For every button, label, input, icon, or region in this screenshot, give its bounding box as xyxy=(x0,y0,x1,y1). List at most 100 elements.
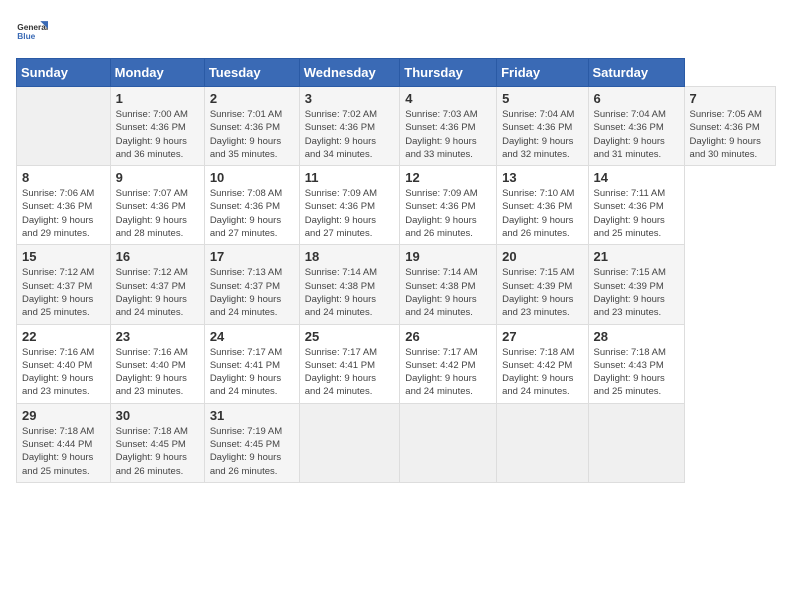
day-number: 16 xyxy=(116,249,199,264)
day-number: 28 xyxy=(594,329,679,344)
day-info: Sunrise: 7:18 AMSunset: 4:45 PMDaylight:… xyxy=(116,425,199,478)
calendar-cell: 13 Sunrise: 7:10 AMSunset: 4:36 PMDaylig… xyxy=(497,166,588,245)
day-number: 15 xyxy=(22,249,105,264)
day-number: 17 xyxy=(210,249,294,264)
day-info: Sunrise: 7:04 AMSunset: 4:36 PMDaylight:… xyxy=(594,108,679,161)
calendar-cell: 4 Sunrise: 7:03 AMSunset: 4:36 PMDayligh… xyxy=(400,87,497,166)
day-number: 7 xyxy=(690,91,770,106)
day-info: Sunrise: 7:07 AMSunset: 4:36 PMDaylight:… xyxy=(116,187,199,240)
day-number: 10 xyxy=(210,170,294,185)
day-info: Sunrise: 7:17 AMSunset: 4:41 PMDaylight:… xyxy=(210,346,294,399)
day-number: 20 xyxy=(502,249,582,264)
calendar-cell xyxy=(588,403,684,482)
day-number: 19 xyxy=(405,249,491,264)
week-row-0: 1 Sunrise: 7:00 AMSunset: 4:36 PMDayligh… xyxy=(17,87,776,166)
calendar-cell: 8 Sunrise: 7:06 AMSunset: 4:36 PMDayligh… xyxy=(17,166,111,245)
day-number: 23 xyxy=(116,329,199,344)
day-number: 26 xyxy=(405,329,491,344)
calendar-cell: 6 Sunrise: 7:04 AMSunset: 4:36 PMDayligh… xyxy=(588,87,684,166)
calendar-table: SundayMondayTuesdayWednesdayThursdayFrid… xyxy=(16,58,776,483)
day-number: 12 xyxy=(405,170,491,185)
logo-icon: General Blue xyxy=(16,16,48,48)
calendar-cell: 23 Sunrise: 7:16 AMSunset: 4:40 PMDaylig… xyxy=(110,324,204,403)
calendar-cell: 28 Sunrise: 7:18 AMSunset: 4:43 PMDaylig… xyxy=(588,324,684,403)
calendar-header-row: SundayMondayTuesdayWednesdayThursdayFrid… xyxy=(17,59,776,87)
day-info: Sunrise: 7:04 AMSunset: 4:36 PMDaylight:… xyxy=(502,108,582,161)
day-number: 6 xyxy=(594,91,679,106)
calendar-cell: 11 Sunrise: 7:09 AMSunset: 4:36 PMDaylig… xyxy=(299,166,400,245)
day-info: Sunrise: 7:18 AMSunset: 4:44 PMDaylight:… xyxy=(22,425,105,478)
calendar-cell: 20 Sunrise: 7:15 AMSunset: 4:39 PMDaylig… xyxy=(497,245,588,324)
day-header-friday: Friday xyxy=(497,59,588,87)
calendar-cell: 25 Sunrise: 7:17 AMSunset: 4:41 PMDaylig… xyxy=(299,324,400,403)
day-info: Sunrise: 7:01 AMSunset: 4:36 PMDaylight:… xyxy=(210,108,294,161)
day-number: 25 xyxy=(305,329,395,344)
calendar-cell: 17 Sunrise: 7:13 AMSunset: 4:37 PMDaylig… xyxy=(204,245,299,324)
day-info: Sunrise: 7:05 AMSunset: 4:36 PMDaylight:… xyxy=(690,108,770,161)
day-number: 22 xyxy=(22,329,105,344)
day-info: Sunrise: 7:14 AMSunset: 4:38 PMDaylight:… xyxy=(405,266,491,319)
day-number: 13 xyxy=(502,170,582,185)
day-info: Sunrise: 7:10 AMSunset: 4:36 PMDaylight:… xyxy=(502,187,582,240)
calendar-cell: 26 Sunrise: 7:17 AMSunset: 4:42 PMDaylig… xyxy=(400,324,497,403)
day-info: Sunrise: 7:09 AMSunset: 4:36 PMDaylight:… xyxy=(305,187,395,240)
day-number: 30 xyxy=(116,408,199,423)
day-info: Sunrise: 7:14 AMSunset: 4:38 PMDaylight:… xyxy=(305,266,395,319)
day-number: 5 xyxy=(502,91,582,106)
calendar-cell: 22 Sunrise: 7:16 AMSunset: 4:40 PMDaylig… xyxy=(17,324,111,403)
calendar-cell: 24 Sunrise: 7:17 AMSunset: 4:41 PMDaylig… xyxy=(204,324,299,403)
svg-text:Blue: Blue xyxy=(17,31,35,41)
day-number: 14 xyxy=(594,170,679,185)
calendar-cell: 1 Sunrise: 7:00 AMSunset: 4:36 PMDayligh… xyxy=(110,87,204,166)
day-info: Sunrise: 7:03 AMSunset: 4:36 PMDaylight:… xyxy=(405,108,491,161)
week-row-4: 29 Sunrise: 7:18 AMSunset: 4:44 PMDaylig… xyxy=(17,403,776,482)
day-info: Sunrise: 7:13 AMSunset: 4:37 PMDaylight:… xyxy=(210,266,294,319)
day-info: Sunrise: 7:16 AMSunset: 4:40 PMDaylight:… xyxy=(116,346,199,399)
calendar-cell xyxy=(400,403,497,482)
day-header-tuesday: Tuesday xyxy=(204,59,299,87)
day-number: 31 xyxy=(210,408,294,423)
day-number: 1 xyxy=(116,91,199,106)
calendar-cell: 12 Sunrise: 7:09 AMSunset: 4:36 PMDaylig… xyxy=(400,166,497,245)
calendar-cell xyxy=(299,403,400,482)
day-info: Sunrise: 7:09 AMSunset: 4:36 PMDaylight:… xyxy=(405,187,491,240)
day-number: 29 xyxy=(22,408,105,423)
day-header-thursday: Thursday xyxy=(400,59,497,87)
day-number: 3 xyxy=(305,91,395,106)
day-info: Sunrise: 7:18 AMSunset: 4:43 PMDaylight:… xyxy=(594,346,679,399)
day-header-monday: Monday xyxy=(110,59,204,87)
day-info: Sunrise: 7:18 AMSunset: 4:42 PMDaylight:… xyxy=(502,346,582,399)
day-header-saturday: Saturday xyxy=(588,59,684,87)
day-info: Sunrise: 7:12 AMSunset: 4:37 PMDaylight:… xyxy=(22,266,105,319)
calendar-cell: 27 Sunrise: 7:18 AMSunset: 4:42 PMDaylig… xyxy=(497,324,588,403)
day-number: 2 xyxy=(210,91,294,106)
week-row-1: 8 Sunrise: 7:06 AMSunset: 4:36 PMDayligh… xyxy=(17,166,776,245)
calendar-cell: 16 Sunrise: 7:12 AMSunset: 4:37 PMDaylig… xyxy=(110,245,204,324)
calendar-cell: 15 Sunrise: 7:12 AMSunset: 4:37 PMDaylig… xyxy=(17,245,111,324)
day-info: Sunrise: 7:11 AMSunset: 4:36 PMDaylight:… xyxy=(594,187,679,240)
day-number: 9 xyxy=(116,170,199,185)
calendar-cell xyxy=(17,87,111,166)
calendar-cell: 2 Sunrise: 7:01 AMSunset: 4:36 PMDayligh… xyxy=(204,87,299,166)
day-info: Sunrise: 7:06 AMSunset: 4:36 PMDaylight:… xyxy=(22,187,105,240)
calendar-cell xyxy=(497,403,588,482)
calendar-cell: 14 Sunrise: 7:11 AMSunset: 4:36 PMDaylig… xyxy=(588,166,684,245)
day-header-wednesday: Wednesday xyxy=(299,59,400,87)
calendar-cell: 10 Sunrise: 7:08 AMSunset: 4:36 PMDaylig… xyxy=(204,166,299,245)
day-info: Sunrise: 7:16 AMSunset: 4:40 PMDaylight:… xyxy=(22,346,105,399)
day-header-sunday: Sunday xyxy=(17,59,111,87)
logo: General Blue xyxy=(16,16,48,48)
day-info: Sunrise: 7:15 AMSunset: 4:39 PMDaylight:… xyxy=(502,266,582,319)
calendar-cell: 3 Sunrise: 7:02 AMSunset: 4:36 PMDayligh… xyxy=(299,87,400,166)
day-info: Sunrise: 7:02 AMSunset: 4:36 PMDaylight:… xyxy=(305,108,395,161)
day-number: 21 xyxy=(594,249,679,264)
header: General Blue xyxy=(16,16,776,48)
week-row-3: 22 Sunrise: 7:16 AMSunset: 4:40 PMDaylig… xyxy=(17,324,776,403)
day-number: 11 xyxy=(305,170,395,185)
calendar-cell: 21 Sunrise: 7:15 AMSunset: 4:39 PMDaylig… xyxy=(588,245,684,324)
calendar-cell: 18 Sunrise: 7:14 AMSunset: 4:38 PMDaylig… xyxy=(299,245,400,324)
day-number: 24 xyxy=(210,329,294,344)
day-info: Sunrise: 7:15 AMSunset: 4:39 PMDaylight:… xyxy=(594,266,679,319)
day-info: Sunrise: 7:17 AMSunset: 4:42 PMDaylight:… xyxy=(405,346,491,399)
day-info: Sunrise: 7:12 AMSunset: 4:37 PMDaylight:… xyxy=(116,266,199,319)
